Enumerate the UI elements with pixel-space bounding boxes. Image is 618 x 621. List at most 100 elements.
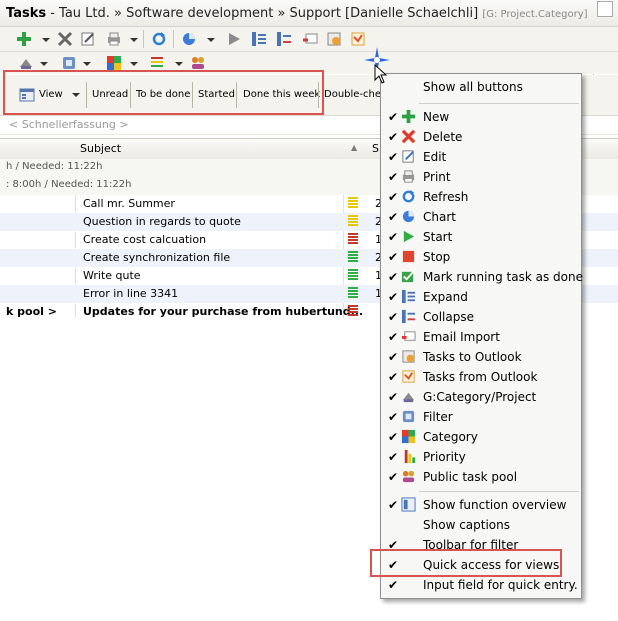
menu-item-label: Tasks to Outlook xyxy=(423,350,522,364)
tasks-from-outlook-icon xyxy=(401,369,416,384)
menu-item-public-task-pool[interactable]: ✔ Public task pool xyxy=(381,467,581,487)
tasks-from-outlook-icon[interactable] xyxy=(350,31,366,47)
menu-item-start[interactable]: ✔ Start xyxy=(381,227,581,247)
check-icon: ✔ xyxy=(388,230,399,244)
menu-item-priority[interactable]: ✔ Priority xyxy=(381,447,581,467)
subject-column-header[interactable]: Subject xyxy=(80,142,121,155)
category-project-icon xyxy=(401,389,416,404)
menu-item-stop[interactable]: ✔ Stop xyxy=(381,247,581,267)
collapse-icon[interactable] xyxy=(276,31,292,47)
menu-item-tasks-from-outlook[interactable]: ✔ Tasks from Outlook xyxy=(381,367,581,387)
plus-icon[interactable] xyxy=(16,31,32,47)
new-dropdown-caret[interactable] xyxy=(42,38,50,42)
check-icon: ✔ xyxy=(388,450,399,464)
check-icon: ✔ xyxy=(388,170,399,184)
subject-cell: Create cost calcuation xyxy=(83,233,207,246)
category-project-icon[interactable] xyxy=(18,55,34,71)
check-icon: ✔ xyxy=(388,330,399,344)
check-icon: ✔ xyxy=(388,190,399,204)
check-icon: ✔ xyxy=(388,130,399,144)
check-icon: ✔ xyxy=(388,410,399,424)
menu-item-label: Start xyxy=(423,230,453,244)
edit-icon xyxy=(401,149,416,164)
category-icon xyxy=(401,429,416,444)
priority-indicator-icon xyxy=(348,251,358,264)
main-toolbar: A xyxy=(0,27,618,77)
menu-item-label: Show all buttons xyxy=(423,80,523,94)
chart-dropdown-caret[interactable] xyxy=(207,38,215,42)
check-icon: ✔ xyxy=(388,290,399,304)
menu-item-show-function-overview[interactable]: ✔ Show function overview xyxy=(381,495,581,515)
menu-item-category[interactable]: ✔ Category xyxy=(381,427,581,447)
public-pool-icon[interactable] xyxy=(190,55,206,71)
menu-item-label: Category xyxy=(423,430,478,444)
check-icon: ✔ xyxy=(388,110,399,124)
s-column-header[interactable]: S xyxy=(372,142,379,155)
menu-item-label: Refresh xyxy=(423,190,469,204)
mark-done-icon xyxy=(401,269,416,284)
menu-item-collapse[interactable]: ✔ Collapse xyxy=(381,307,581,327)
menu-item-expand[interactable]: ✔ Expand xyxy=(381,287,581,307)
menu-item-show-captions[interactable]: Show captions xyxy=(381,515,581,535)
views-highlight-box xyxy=(3,70,324,115)
menu-item-label: Delete xyxy=(423,130,463,144)
category-color-dropdown-caret[interactable] xyxy=(130,62,138,66)
tasks-to-outlook-icon[interactable] xyxy=(326,31,342,47)
start-icon xyxy=(401,229,416,244)
edit-icon[interactable] xyxy=(80,31,96,47)
menu-item-chart[interactable]: ✔ Chart xyxy=(381,207,581,227)
chart-icon[interactable] xyxy=(181,31,197,47)
expand-icon[interactable] xyxy=(251,31,267,47)
menu-item-filter[interactable]: ✔ Filter xyxy=(381,407,581,427)
menu-item-delete[interactable]: ✔ Delete xyxy=(381,127,581,147)
menu-item-label: Print xyxy=(423,170,451,184)
priority-indicator-icon xyxy=(348,233,358,246)
refresh-icon[interactable] xyxy=(151,31,167,47)
menu-item-label: Input field for quick entry. xyxy=(423,578,578,592)
toolbar-context-menu: Show all buttons ✔ New ✔ Delete ✔ Edit ✔ Print ✔… xyxy=(380,73,583,599)
check-icon: ✔ xyxy=(388,210,399,224)
menu-item-g-category-project[interactable]: ✔ G:Category/Project xyxy=(381,387,581,407)
grouping-context: [G: Project.Category] xyxy=(482,9,588,20)
check-icon: ✔ xyxy=(388,250,399,264)
filter-icon[interactable] xyxy=(61,55,77,71)
menu-item-print[interactable]: ✔ Print xyxy=(381,167,581,187)
check-icon: ✔ xyxy=(388,390,399,404)
filter-dropdown-caret[interactable] xyxy=(83,62,91,66)
menu-item-input-field-for-quick-entry[interactable]: ✔ Input field for quick entry. xyxy=(381,575,581,595)
menu-item-label: Expand xyxy=(423,290,468,304)
menu-item-tasks-to-outlook[interactable]: ✔ Tasks to Outlook xyxy=(381,347,581,367)
menu-item-email-import[interactable]: ✔ Email Import xyxy=(381,327,581,347)
start-icon[interactable] xyxy=(226,31,242,47)
priority-indicator-icon xyxy=(348,305,358,318)
print-dropdown-caret[interactable] xyxy=(130,38,138,42)
subject-cell: Updates for your purchase from hubertund… xyxy=(83,305,364,318)
toolbar-separator xyxy=(173,30,174,48)
menu-item-new[interactable]: ✔ New xyxy=(381,107,581,127)
category-icon[interactable] xyxy=(106,55,122,71)
tasks-to-outlook-icon xyxy=(401,349,416,364)
refresh-icon xyxy=(401,189,416,204)
app-title: Tasks xyxy=(6,6,47,21)
category-dropdown-caret[interactable] xyxy=(40,62,48,66)
toolbar-separator xyxy=(143,30,144,48)
menu-item-edit[interactable]: ✔ Edit xyxy=(381,147,581,167)
menu-item-label: Show captions xyxy=(423,518,510,532)
menu-item-label: New xyxy=(423,110,450,124)
delete-icon[interactable] xyxy=(57,31,73,47)
print-icon[interactable] xyxy=(106,31,122,47)
menu-item-refresh[interactable]: ✔ Refresh xyxy=(381,187,581,207)
priority-indicator-icon xyxy=(348,287,358,300)
menu-item-label: Public task pool xyxy=(423,470,518,484)
window-frame-button[interactable] xyxy=(597,1,613,17)
priority-icon[interactable] xyxy=(149,55,165,71)
function-overview-icon xyxy=(401,497,416,512)
menu-item-show-all-buttons[interactable]: Show all buttons xyxy=(381,77,581,97)
check-icon: ✔ xyxy=(388,270,399,284)
menu-item-label: Mark running task as done xyxy=(423,270,583,284)
menu-item-mark-running-task-as-done[interactable]: ✔ Mark running task as done xyxy=(381,267,583,287)
email-import-icon[interactable] xyxy=(302,31,318,47)
quick-access-highlight-box xyxy=(370,549,562,577)
sort-ascending-icon: ▲ xyxy=(351,143,358,152)
priority-dropdown-caret[interactable] xyxy=(175,62,183,66)
